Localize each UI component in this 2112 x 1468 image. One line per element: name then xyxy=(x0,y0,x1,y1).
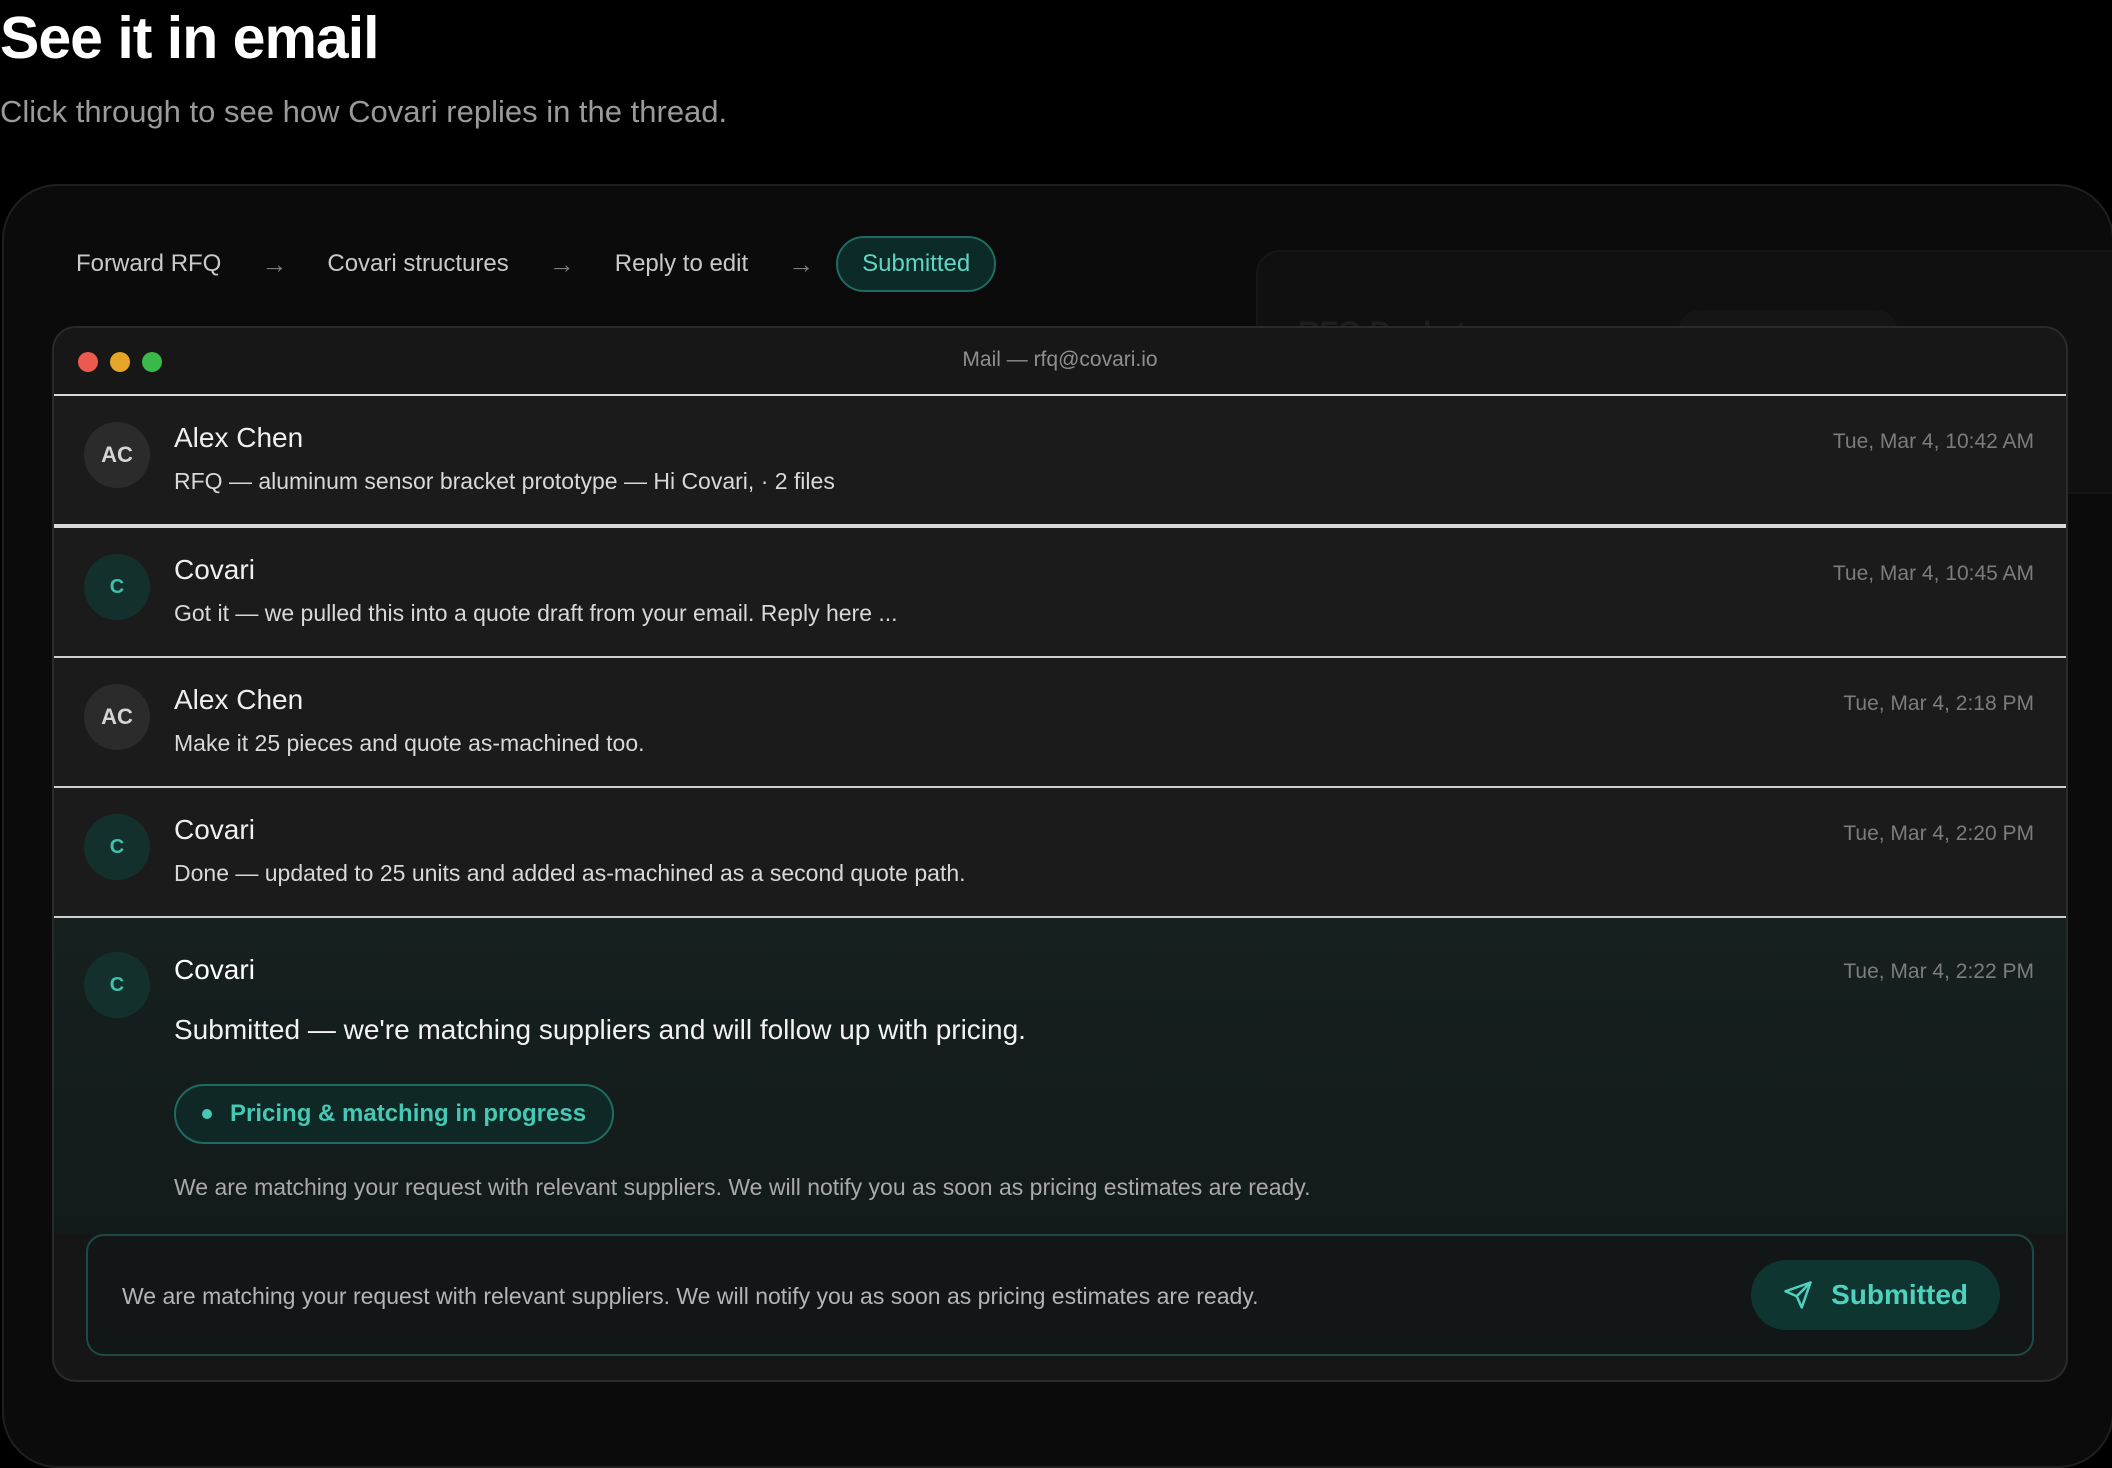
arrow-right-icon: → xyxy=(548,248,575,279)
message-timestamp: Tue, Mar 4, 10:42 AM xyxy=(1832,430,2034,453)
avatar: C xyxy=(84,554,150,620)
message-row[interactable]: AC Alex Chen Make it 25 pieces and quote… xyxy=(54,658,2066,788)
message-preview: Done — updated to 25 units and added as-… xyxy=(174,860,966,886)
message-timestamp: Tue, Mar 4, 2:22 PM xyxy=(1843,960,2034,983)
message-timestamp: Tue, Mar 4, 2:18 PM xyxy=(1843,692,2034,715)
message-sender: Covari xyxy=(174,814,255,845)
page-title: See it in email xyxy=(0,5,379,71)
mail-titlebar: Mail — rfq@covari.io xyxy=(54,328,2066,396)
avatar: AC xyxy=(84,684,150,750)
step-covari-structures[interactable]: Covari structures xyxy=(309,238,526,290)
step-submitted[interactable]: Submitted xyxy=(836,236,997,292)
message-sender: Covari xyxy=(174,954,255,985)
message-sender: Alex Chen xyxy=(174,684,304,715)
avatar: AC xyxy=(84,422,150,488)
send-icon xyxy=(1784,1281,1812,1309)
status-badge: Pricing & matching in progress xyxy=(174,1084,615,1144)
message-note: We are matching your request with releva… xyxy=(174,1174,1311,1200)
reply-input[interactable] xyxy=(120,1236,1684,1356)
message-timestamp: Tue, Mar 4, 2:20 PM xyxy=(1843,822,2034,845)
submitted-button-label: Submitted xyxy=(1831,1279,1968,1310)
arrow-right-icon: → xyxy=(261,248,288,279)
message-sender: Covari xyxy=(174,554,255,585)
mail-window-title: Mail — rfq@covari.io xyxy=(962,348,1158,371)
step-reply-to-edit[interactable]: Reply to edit xyxy=(597,238,766,290)
demo-panel: RFQ Packet Forward RFQ → Covari structur… xyxy=(2,184,2112,1468)
message-timestamp: Tue, Mar 4, 10:45 AM xyxy=(1832,562,2034,585)
submitted-button[interactable]: Submitted xyxy=(1751,1260,2000,1330)
avatar: C xyxy=(84,814,150,880)
avatar: C xyxy=(84,952,150,1018)
page-subtitle: Click through to see how Covari replies … xyxy=(0,94,728,129)
message-preview: RFQ — aluminum sensor bracket prototype … xyxy=(174,468,835,494)
message-body: Submitted — we're matching suppliers and… xyxy=(174,1014,1026,1045)
status-badge-label: Pricing & matching in progress xyxy=(230,1100,587,1127)
message-row[interactable]: AC Alex Chen RFQ — aluminum sensor brack… xyxy=(54,396,2066,528)
message-preview: Make it 25 pieces and quote as-machined … xyxy=(174,730,645,756)
step-navigation: Forward RFQ → Covari structures → Reply … xyxy=(58,236,997,292)
step-forward-rfq[interactable]: Forward RFQ xyxy=(58,238,239,290)
expanded-message: C Covari Tue, Mar 4, 2:22 PM Submitted —… xyxy=(54,918,2066,1234)
message-sender: Alex Chen xyxy=(174,422,304,453)
message-preview: Got it — we pulled this into a quote dra… xyxy=(174,600,898,626)
arrow-right-icon: → xyxy=(788,248,815,279)
message-row[interactable]: C Covari Got it — we pulled this into a … xyxy=(54,528,2066,658)
mail-window: Mail — rfq@covari.io AC Alex Chen RFQ — … xyxy=(52,326,2068,1382)
status-dot-icon xyxy=(202,1109,212,1119)
reply-composer: Submitted xyxy=(86,1234,2034,1356)
message-row[interactable]: C Covari Done — updated to 25 units and … xyxy=(54,788,2066,918)
